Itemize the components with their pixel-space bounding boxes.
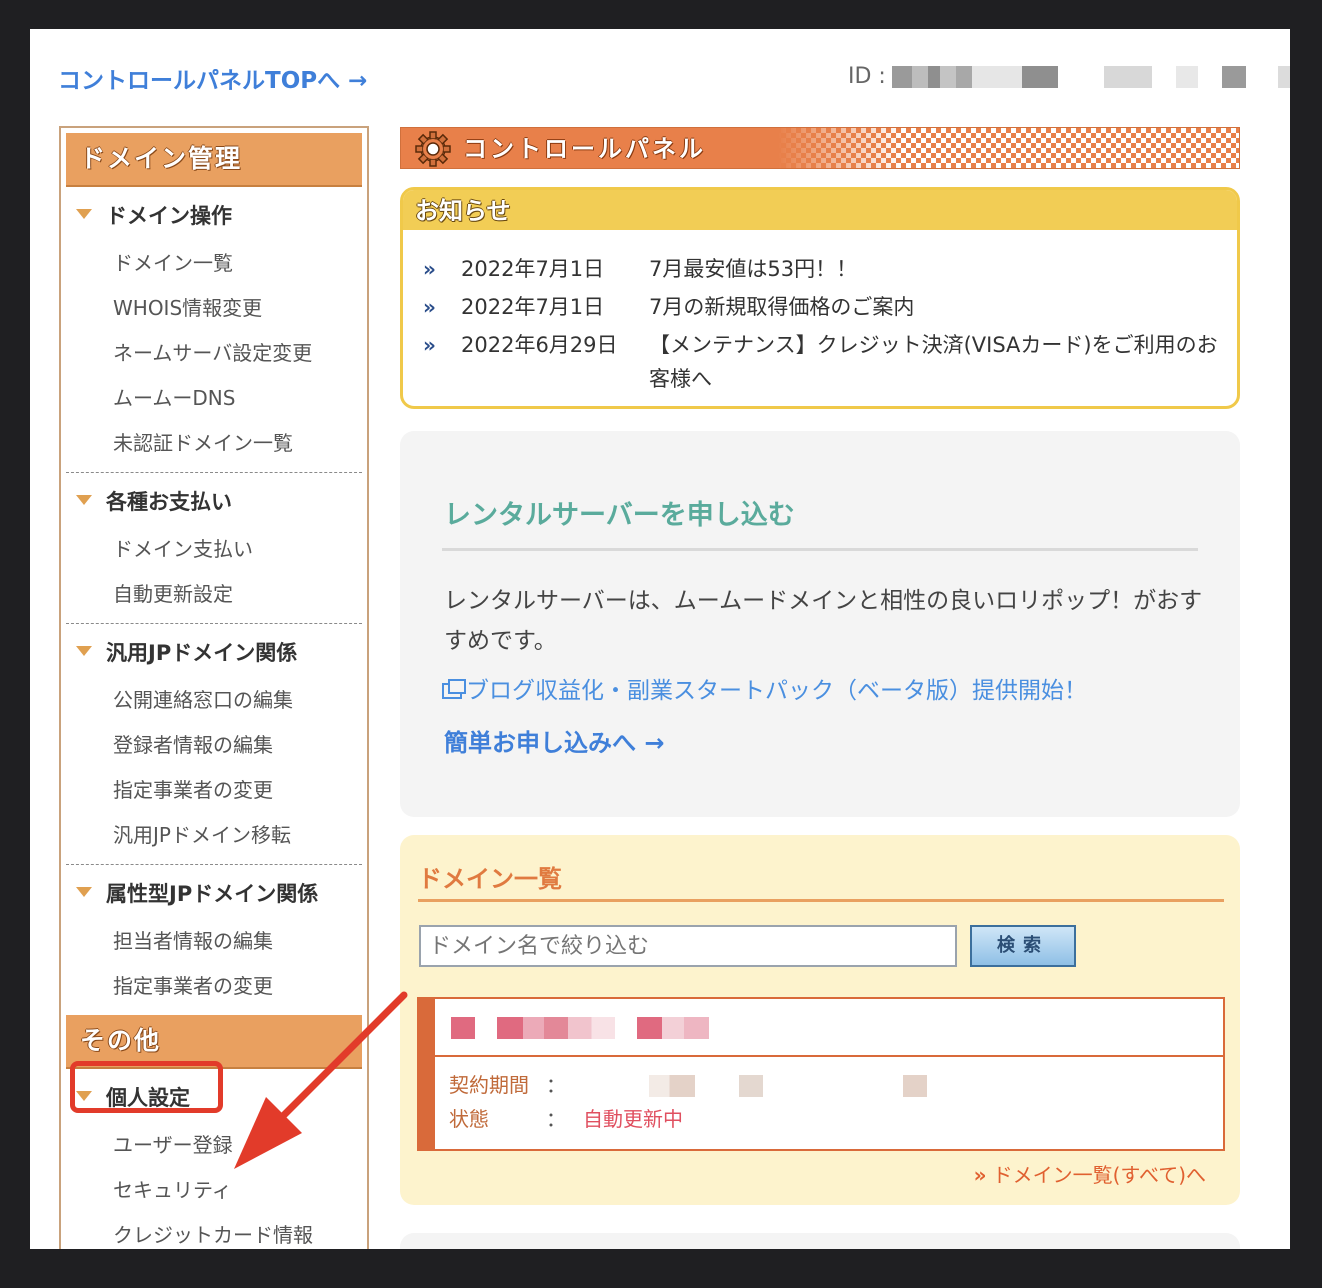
divider xyxy=(418,899,1224,902)
domain-filter-input[interactable] xyxy=(419,925,957,967)
sidebar-group-domain-operations: ドメイン操作 ドメイン一覧 WHOIS情報変更 ネームサーバ設定変更 ムームーD… xyxy=(66,187,362,473)
mosaic-redacted xyxy=(637,1017,709,1039)
domain-name-redacted[interactable] xyxy=(435,999,1223,1057)
sidebar-group-title[interactable]: 汎用JPドメイン関係 xyxy=(66,624,362,678)
triangle-down-icon xyxy=(76,646,92,656)
notice-item[interactable]: » 2022年7月1日 7月最安値は53円！！ xyxy=(423,250,1237,288)
domain-card[interactable]: 契約期間： 状態：自動更新中 xyxy=(417,997,1225,1151)
sidebar-group-general-jp: 汎用JPドメイン関係 公開連絡窓口の編集 登録者情報の編集 指定事業者の変更 汎… xyxy=(66,624,362,865)
mosaic-redacted xyxy=(739,1075,763,1097)
sidebar-item-designated-registrar[interactable]: 指定事業者の変更 xyxy=(66,768,362,813)
sidebar-item-user-registration[interactable]: ユーザー登録 xyxy=(66,1123,362,1168)
notice-title: お知らせ xyxy=(403,190,1237,230)
sidebar-item-domain-list[interactable]: ドメイン一覧 xyxy=(66,241,362,286)
sidebar-item-whois-change[interactable]: WHOIS情報変更 xyxy=(66,286,362,331)
notice-date: 2022年6月29日 xyxy=(461,333,618,357)
next-panel-partial xyxy=(400,1233,1240,1249)
notice-list: » 2022年7月1日 7月最安値は53円！！ » 2022年7月1日 7月の新… xyxy=(403,230,1237,396)
double-chevron-icon: » xyxy=(973,1163,987,1187)
gear-icon xyxy=(415,131,451,167)
notice-text[interactable]: 7月の新規取得価格のご案内 xyxy=(649,288,1219,326)
id-mosaic-redacted xyxy=(1104,66,1152,88)
arrow-right-icon: → xyxy=(348,68,368,94)
sidebar-item-designated-registrar-2[interactable]: 指定事業者の変更 xyxy=(66,964,362,1009)
external-link-icon xyxy=(442,679,466,699)
domain-list-panel: ドメイン一覧 検索 契約期間： 状態：自動更新中 »ドメイン一覧(すべて)へ xyxy=(400,835,1240,1205)
highlight-annotation-box xyxy=(70,1061,223,1113)
rental-title: レンタルサーバーを申し込む xyxy=(444,500,795,531)
sidebar-item-credit-card[interactable]: クレジットカード情報 xyxy=(66,1213,362,1249)
rental-promo-link[interactable]: ブログ収益化・副業スタートパック（ベータ版）提供開始！ xyxy=(442,671,1087,705)
sidebar-section-domain-management: ドメイン管理 xyxy=(66,133,362,187)
search-button[interactable]: 検索 xyxy=(970,925,1076,967)
id-mosaic-redacted xyxy=(1278,66,1290,88)
id-mosaic-redacted xyxy=(1222,66,1246,88)
contract-period-row: 契約期間： xyxy=(449,1073,566,1097)
sidebar-item-unverified-domains[interactable]: 未認証ドメイン一覧 xyxy=(66,421,362,466)
status-label: 状態 xyxy=(449,1107,489,1131)
sidebar-item-muumuu-dns[interactable]: ムームーDNS xyxy=(66,376,362,421)
notice-text[interactable]: 7月最安値は53円！！ xyxy=(649,250,1219,288)
domain-list-all-link[interactable]: » ドメイン一覧(すべて)へ xyxy=(974,1159,1206,1188)
triangle-down-icon xyxy=(76,495,92,505)
control-panel-top-link[interactable]: コントロールパネルTOPへ → xyxy=(58,61,367,95)
control-panel-title: コントロールパネル xyxy=(463,135,706,163)
notice-date: 2022年7月1日 xyxy=(461,295,605,319)
notice-item[interactable]: » 2022年6月29日 【メンテナンス】クレジット決済(VISAカード)をご利… xyxy=(423,326,1237,396)
notice-text[interactable]: 【メンテナンス】クレジット決済(VISAカード)をご利用のお客様へ xyxy=(649,326,1219,396)
control-panel-top-label: コントロールパネルTOPへ xyxy=(58,68,341,94)
mosaic-redacted xyxy=(649,1075,695,1097)
notice-item[interactable]: » 2022年7月1日 7月の新規取得価格のご案内 xyxy=(423,288,1237,326)
sidebar-item-auto-renew[interactable]: 自動更新設定 xyxy=(66,572,362,617)
sidebar-group-attribute-jp: 属性型JPドメイン関係 担当者情報の編集 指定事業者の変更 xyxy=(66,865,362,1015)
id-mosaic-redacted xyxy=(1022,66,1058,88)
sidebar-item-public-contact[interactable]: 公開連絡窓口の編集 xyxy=(66,678,362,723)
control-panel-header: コントロールパネル xyxy=(400,127,1240,169)
rental-description: レンタルサーバーは、ムームードメインと相性の良いロリポップ！がおすすめです。 xyxy=(444,588,1203,654)
id-mosaic-redacted xyxy=(892,66,972,88)
contract-period-label: 契約期間 xyxy=(449,1073,529,1097)
notice-date: 2022年7月1日 xyxy=(461,257,605,281)
sidebar-group-payments: 各種お支払い ドメイン支払い 自動更新設定 xyxy=(66,473,362,624)
double-chevron-icon: » xyxy=(423,257,436,281)
status-row: 状態：自動更新中 xyxy=(449,1107,683,1131)
sidebar-item-security[interactable]: セキュリティ xyxy=(66,1168,362,1213)
sidebar-item-contact-info[interactable]: 担当者情報の編集 xyxy=(66,919,362,964)
double-chevron-icon: » xyxy=(423,295,436,319)
mosaic-redacted xyxy=(497,1017,615,1039)
notice-panel: お知らせ » 2022年7月1日 7月最安値は53円！！ » 2022年7月1日… xyxy=(400,187,1240,409)
rental-apply-link[interactable]: 簡単お申し込みへ → xyxy=(444,723,664,758)
id-mosaic-redacted xyxy=(1176,66,1198,88)
sidebar-item-general-jp-transfer[interactable]: 汎用JPドメイン移転 xyxy=(66,813,362,858)
mosaic-redacted xyxy=(903,1075,927,1097)
triangle-down-icon xyxy=(76,209,92,219)
sidebar-item-registrant-info[interactable]: 登録者情報の編集 xyxy=(66,723,362,768)
divider xyxy=(442,548,1198,551)
status-value: 自動更新中 xyxy=(583,1107,683,1131)
sidebar-item-nameserver-change[interactable]: ネームサーバ設定変更 xyxy=(66,331,362,376)
sidebar-group-title[interactable]: ドメイン操作 xyxy=(66,187,362,241)
sidebar-group-title[interactable]: 各種お支払い xyxy=(66,473,362,527)
rental-server-panel: レンタルサーバーを申し込む レンタルサーバーは、ムームードメインと相性の良いロリ… xyxy=(400,431,1240,817)
sidebar-group-title[interactable]: 属性型JPドメイン関係 xyxy=(66,865,362,919)
user-id-area: ID : xyxy=(848,64,1290,90)
double-chevron-icon: » xyxy=(423,333,436,357)
id-mosaic-redacted xyxy=(972,66,1022,88)
id-label: ID : xyxy=(848,64,886,89)
sidebar-item-domain-payment[interactable]: ドメイン支払い xyxy=(66,527,362,572)
triangle-down-icon xyxy=(76,887,92,897)
domain-list-title: ドメイン一覧 xyxy=(418,865,562,893)
page: コントロールパネルTOPへ → ID : ドメイン管理 ドメイン操作 ドメイン一覧… xyxy=(30,29,1290,1249)
mosaic-redacted xyxy=(451,1017,475,1039)
